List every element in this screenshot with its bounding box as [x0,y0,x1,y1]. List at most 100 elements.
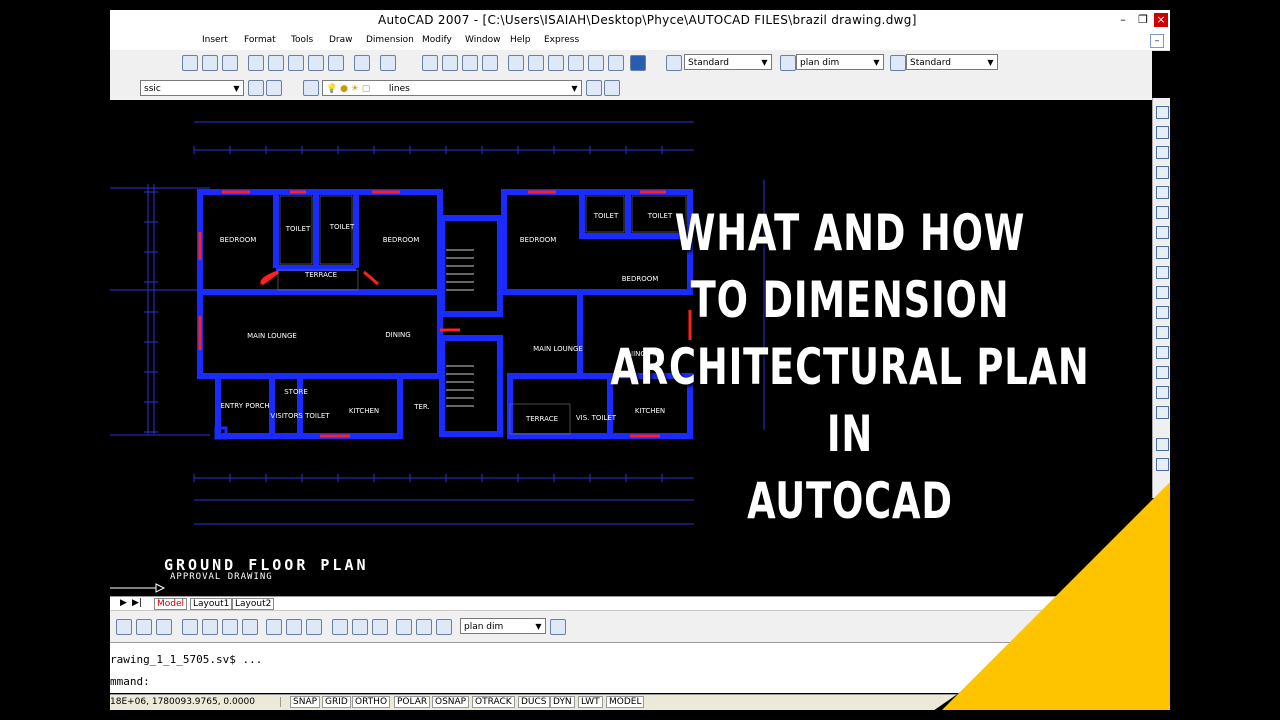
chamfer-icon[interactable] [1156,366,1169,379]
open-icon[interactable] [182,55,198,71]
tolerance-icon[interactable] [352,619,368,635]
pan-icon[interactable] [422,55,438,71]
paste-icon[interactable] [288,55,304,71]
menu-tools[interactable]: Tools [291,35,313,45]
zoom-window-icon[interactable] [462,55,478,71]
scale-icon[interactable] [1156,246,1169,259]
rotate-icon[interactable] [1156,226,1169,239]
tab-layout2[interactable]: Layout2 [232,598,275,610]
copy-icon[interactable] [268,55,284,71]
mirror-icon[interactable] [1156,146,1169,159]
block-editor-icon[interactable] [328,55,344,71]
workspace-save-icon[interactable] [266,80,282,96]
extend-icon[interactable] [1156,306,1169,319]
sheet-set-icon[interactable] [568,55,584,71]
workspace-settings-icon[interactable] [248,80,264,96]
minimize-icon[interactable]: – [1116,13,1130,27]
model-toggle[interactable]: MODEL [606,696,645,708]
match-properties-icon[interactable] [308,55,324,71]
doc-minimize-icon[interactable]: – [1150,34,1164,48]
undo-icon[interactable] [354,55,370,71]
menu-window[interactable]: Window [465,35,501,45]
zoom-previous-icon[interactable] [482,55,498,71]
command-prompt[interactable]: mmand: [110,675,150,688]
layer-properties-icon[interactable] [303,80,319,96]
continue-dim-icon[interactable] [306,619,322,635]
help-icon[interactable] [630,55,646,71]
break-icon[interactable] [1156,326,1169,339]
grid-toggle[interactable]: GRID [322,696,351,708]
workspace-select[interactable]: ssic ▼ [140,80,244,96]
tab-nav-next-icon[interactable]: ▶ [120,598,127,608]
quick-dim-icon[interactable] [266,619,282,635]
jogged-dim-icon[interactable] [202,619,218,635]
table-style-icon[interactable] [890,55,906,71]
markup-icon[interactable] [588,55,604,71]
arc-length-icon[interactable] [156,619,172,635]
save-icon[interactable] [202,55,218,71]
otrack-toggle[interactable]: OTRACK [472,696,515,708]
menu-help[interactable]: Help [510,35,531,45]
layer-previous-icon[interactable] [604,80,620,96]
plot-icon[interactable] [222,55,238,71]
table-style-select[interactable]: Standard ▼ [906,54,998,70]
diameter-dim-icon[interactable] [222,619,238,635]
dim-edit-icon[interactable] [396,619,412,635]
snap-toggle[interactable]: SNAP [290,696,321,708]
tab-layout1[interactable]: Layout1 [190,598,233,610]
make-current-layer-icon[interactable] [586,80,602,96]
ducs-toggle[interactable]: DUCS [518,696,550,708]
osnap-toggle[interactable]: OSNAP [432,696,470,708]
offset-icon[interactable] [1156,166,1169,179]
cut-icon[interactable] [248,55,264,71]
erase-icon[interactable] [1156,106,1169,119]
linear-dim-icon[interactable] [116,619,132,635]
aligned-dim-icon[interactable] [136,619,152,635]
center-mark-icon[interactable] [372,619,388,635]
headline-line: TO DIMENSION [690,271,1010,329]
properties-icon[interactable] [508,55,524,71]
menu-format[interactable]: Format [244,35,276,45]
layer-select[interactable]: 💡 ● ☀ ▢ lines ▼ [322,80,582,96]
dim-text-edit-icon[interactable] [416,619,432,635]
tab-nav-last-icon[interactable]: ▶| [132,598,142,608]
quick-leader-icon[interactable] [332,619,348,635]
ortho-toggle[interactable]: ORTHO [352,696,391,708]
close-icon[interactable]: × [1154,13,1168,27]
menu-insert[interactable]: Insert [202,35,228,45]
dyn-toggle[interactable]: DYN [550,696,575,708]
menu-express[interactable]: Express [544,35,579,45]
array-icon[interactable] [1156,186,1169,199]
text-style-icon[interactable] [666,55,682,71]
calculator-icon[interactable] [608,55,624,71]
tab-model[interactable]: Model [154,598,188,610]
radius-dim-icon[interactable] [182,619,198,635]
dim-style-select-bottom[interactable]: plan dim ▼ [460,618,546,634]
zoom-realtime-icon[interactable] [442,55,458,71]
menu-modify[interactable]: Modify [422,35,452,45]
text-style-select[interactable]: Standard ▼ [684,54,772,70]
explode-icon[interactable] [1156,406,1169,419]
stretch-icon[interactable] [1156,266,1169,279]
lwt-toggle[interactable]: LWT [578,696,603,708]
tool-palettes-icon[interactable] [548,55,564,71]
join-icon[interactable] [1156,346,1169,359]
dim-style-select[interactable]: plan dim ▼ [796,54,884,70]
menu-dimension[interactable]: Dimension [366,35,414,45]
restore-icon[interactable]: ❐ [1136,13,1150,27]
baseline-dim-icon[interactable] [286,619,302,635]
draw-order-icon[interactable] [1156,438,1169,451]
room-label: DINING [385,331,410,339]
dim-update-icon[interactable] [436,619,452,635]
copy-object-icon[interactable] [1156,126,1169,139]
polar-toggle[interactable]: POLAR [394,696,431,708]
redo-icon[interactable] [380,55,396,71]
design-center-icon[interactable] [528,55,544,71]
dim-style-icon[interactable] [780,55,796,71]
menu-draw[interactable]: Draw [329,35,353,45]
fillet-icon[interactable] [1156,386,1169,399]
trim-icon[interactable] [1156,286,1169,299]
move-icon[interactable] [1156,206,1169,219]
angular-dim-icon[interactable] [242,619,258,635]
dim-style-manager-icon[interactable] [550,619,566,635]
